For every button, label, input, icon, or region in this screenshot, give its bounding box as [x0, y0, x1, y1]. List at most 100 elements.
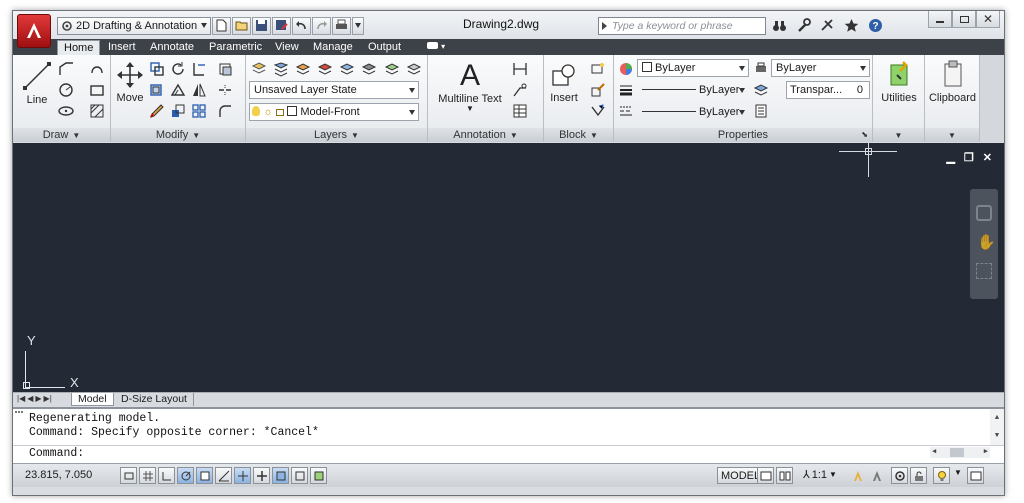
table-button[interactable]: [510, 101, 530, 120]
communication-button[interactable]: [817, 16, 837, 34]
scroll-right-icon[interactable]: ▶: [984, 447, 988, 456]
application-menu-button[interactable]: [17, 14, 51, 48]
osnap-toggle[interactable]: [215, 467, 232, 484]
mirror-button[interactable]: [147, 80, 167, 99]
command-grip[interactable]: [15, 411, 23, 415]
transparency-icon-button[interactable]: [751, 80, 771, 99]
rotate-button[interactable]: [168, 59, 188, 78]
zoom-extents-icon[interactable]: [976, 263, 992, 279]
block-attributes-button[interactable]: [588, 101, 608, 120]
workspace-switching-button[interactable]: [891, 467, 908, 484]
move-button[interactable]: Move: [113, 61, 147, 104]
linetype-dropdown[interactable]: ByLayer: [637, 103, 749, 121]
linetype-icon-button[interactable]: [616, 101, 636, 120]
otrack-toggle[interactable]: [234, 467, 251, 484]
current-layer-dropdown[interactable]: ☼ Model-Front: [249, 103, 419, 121]
tab-d-size-layout[interactable]: D-Size Layout: [115, 393, 194, 406]
new-button[interactable]: [212, 16, 231, 35]
block-panel-title[interactable]: Block ▼: [544, 128, 613, 142]
polyline-button[interactable]: [56, 59, 76, 78]
layer-match-button[interactable]: [382, 59, 402, 78]
scroll-left-icon[interactable]: ◀: [932, 447, 936, 456]
tab-output[interactable]: Output: [368, 40, 401, 55]
insert-block-button[interactable]: Insert: [547, 61, 581, 104]
toolbar-lock-button[interactable]: [910, 467, 927, 484]
viewport-restore-icon[interactable]: ❐: [964, 151, 974, 164]
open-button[interactable]: [232, 16, 251, 35]
layer-state-dropdown[interactable]: Unsaved Layer State: [249, 81, 419, 99]
isolate-objects-button[interactable]: [933, 467, 950, 484]
edit-block-button[interactable]: [588, 80, 608, 99]
workspace-dropdown[interactable]: 2D Drafting & Annotation: [57, 16, 211, 35]
auto-scale-button[interactable]: [868, 467, 885, 484]
fillet-button[interactable]: [215, 101, 235, 120]
layers-panel-title[interactable]: Layers ▼: [246, 128, 427, 142]
clean-screen-button[interactable]: [967, 467, 984, 484]
array-button[interactable]: [189, 101, 209, 120]
tab-view[interactable]: View: [275, 40, 299, 55]
annotation-panel-title[interactable]: Annotation ▼: [428, 128, 543, 142]
redo-button[interactable]: [312, 16, 331, 35]
qat-menu-button[interactable]: [352, 16, 364, 35]
properties-panel-title[interactable]: Properties ⬊: [614, 128, 872, 142]
coordinates-readout[interactable]: 23.815, 7.050: [25, 469, 92, 481]
command-horizontal-scrollbar[interactable]: ◀ ▶: [930, 447, 990, 458]
trim-button[interactable]: [189, 59, 209, 78]
tab-annotate[interactable]: Annotate: [150, 40, 194, 55]
clipboard-panel-expander[interactable]: ▼: [925, 128, 979, 142]
tab-manage[interactable]: Manage: [313, 40, 353, 55]
dynamic-input-toggle[interactable]: [253, 467, 270, 484]
search-input[interactable]: Type a keyword or phrase: [598, 17, 766, 35]
dimension-button[interactable]: [510, 59, 530, 78]
layer-off-button[interactable]: [315, 59, 335, 78]
minimize-button[interactable]: [928, 11, 952, 28]
layer-lock-button[interactable]: [359, 59, 379, 78]
snap-toggle[interactable]: [139, 467, 156, 484]
color-dropdown[interactable]: ByLayer: [637, 59, 749, 77]
create-block-button[interactable]: [588, 59, 608, 78]
lineweight-toggle[interactable]: [272, 467, 289, 484]
layer-previous-button[interactable]: [404, 59, 424, 78]
save-as-button[interactable]: [272, 16, 291, 35]
leader-button[interactable]: [510, 80, 530, 99]
mirror-tool-button[interactable]: [189, 80, 209, 99]
modify-panel-title[interactable]: Modify ▼: [111, 128, 245, 142]
viewport-close-icon[interactable]: ✕: [983, 151, 992, 164]
application-status-menu[interactable]: ▼: [954, 468, 962, 477]
clipboard-button[interactable]: Clipboard: [927, 59, 978, 104]
transparency-toggle[interactable]: [291, 467, 308, 484]
infer-constraints-toggle[interactable]: [120, 467, 137, 484]
annotation-scale-button[interactable]: ⅄ 1:1 ▼: [803, 468, 837, 482]
list-button[interactable]: [751, 101, 771, 120]
pan-hand-icon[interactable]: ✋: [977, 233, 996, 251]
drawing-canvas[interactable]: ▁ ❐ ✕ ✋ Y X: [13, 143, 1004, 392]
help-button[interactable]: ?: [865, 16, 885, 34]
tab-model[interactable]: Model: [71, 393, 114, 406]
last-tab-icon[interactable]: ▶|: [44, 394, 52, 403]
lineweight-icon-button[interactable]: [616, 80, 636, 99]
prev-tab-icon[interactable]: ◀: [27, 394, 33, 403]
copy-button[interactable]: [147, 59, 167, 78]
maximize-button[interactable]: [952, 11, 976, 28]
explode-button[interactable]: [215, 80, 235, 99]
erase-button[interactable]: [215, 59, 235, 78]
lineweight-dropdown[interactable]: ByLayer: [637, 81, 749, 99]
utilities-panel-expander[interactable]: ▼: [873, 128, 924, 142]
undo-button[interactable]: [292, 16, 311, 35]
plot-style-button[interactable]: [751, 59, 771, 78]
scale-button[interactable]: [168, 101, 188, 120]
plot-button[interactable]: [332, 16, 351, 35]
ribbon-toggle-button[interactable]: ▾: [427, 39, 445, 54]
grid-toggle[interactable]: [158, 467, 175, 484]
layer-states-button[interactable]: [271, 59, 291, 78]
hatch-button[interactable]: [87, 101, 107, 120]
circle-button[interactable]: [56, 80, 76, 99]
ellipse-button[interactable]: [56, 101, 76, 120]
viewport-minimize-icon[interactable]: ▁: [946, 151, 954, 164]
scroll-thumb[interactable]: [950, 448, 964, 457]
line-button[interactable]: Line: [19, 61, 55, 106]
plotstyle-dropdown[interactable]: ByLayer: [771, 59, 870, 77]
annotation-visibility-button[interactable]: [849, 467, 866, 484]
quick-view-layouts-button[interactable]: [757, 467, 774, 484]
polar-toggle[interactable]: [196, 467, 213, 484]
